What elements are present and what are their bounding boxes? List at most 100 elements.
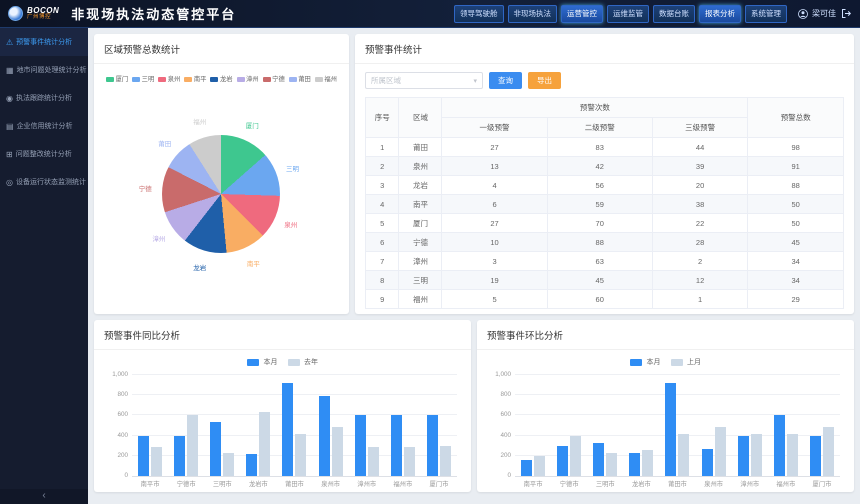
- bar-上月: [642, 450, 653, 476]
- bar-group: [319, 375, 343, 476]
- table-cell: 27: [442, 138, 547, 157]
- legend-chip: [671, 359, 683, 366]
- top-row: 区域预警总数统计 厦门三明泉州南平龙岩漳州宁德莆田福州 厦门三明泉州南平龙岩漳州…: [94, 34, 854, 314]
- table-cell: 56: [547, 176, 652, 195]
- table-cell: 44: [652, 138, 748, 157]
- table-cell: 13: [442, 157, 547, 176]
- bar-本月: [246, 454, 257, 476]
- sidebar-item[interactable]: ⚠预警事件统计分析: [0, 28, 88, 56]
- nav-item[interactable]: 数据台账: [653, 5, 695, 23]
- y-tick-label: 800: [483, 391, 511, 398]
- user-box[interactable]: 梁可佳: [798, 8, 836, 19]
- legend-label: 宁德: [272, 76, 285, 83]
- table-cell: 4: [442, 176, 547, 195]
- table-cell: 38: [652, 195, 748, 214]
- legend-label: 福州: [324, 76, 337, 83]
- nav-item[interactable]: 运营管控: [561, 5, 603, 23]
- bar-group: [355, 375, 379, 476]
- legend-label: 莆田: [298, 76, 311, 83]
- pie-slice-label: 宁德: [139, 183, 152, 193]
- legend-item: 宁德: [263, 74, 285, 83]
- chevron-down-icon: ▾: [473, 77, 477, 85]
- table-cell: 漳州: [399, 252, 442, 271]
- legend-item: 漳州: [237, 74, 259, 83]
- table-row: 7漳州363234: [366, 252, 844, 271]
- sidebar-item[interactable]: ◎设备运行状态监测统计: [0, 168, 88, 196]
- sidebar-item[interactable]: ◉执法跟踪统计分析: [0, 84, 88, 112]
- export-button[interactable]: 导出: [528, 72, 561, 89]
- bar-去年: [368, 447, 379, 476]
- bar-本月: [319, 396, 330, 476]
- yoy-chart-card: 预警事件同比分析 本月去年 02004006008001,000 南平市宁德市三…: [94, 320, 471, 492]
- legend-chip: [210, 77, 218, 82]
- bar-group: [282, 375, 306, 476]
- table-cell: 2: [652, 252, 748, 271]
- legend-item: 上月: [671, 357, 702, 367]
- sidebar-item[interactable]: ▦地市问题处理统计分析: [0, 56, 88, 84]
- bar-groups: [132, 375, 457, 476]
- legend-chip: [184, 77, 192, 82]
- bar-本月: [355, 415, 366, 476]
- bar-上月: [570, 436, 581, 476]
- legend-chip: [630, 359, 642, 366]
- x-tick-label: 三明市: [596, 479, 615, 490]
- nav-item[interactable]: 系统管理: [745, 5, 787, 23]
- bar-本月: [521, 460, 532, 476]
- table-cell: 91: [748, 157, 844, 176]
- topbar-nav: 领导驾驶舱非现场执法运营管控运维监管数据台账报表分析系统管理: [454, 5, 787, 23]
- x-tick-label: 泉州市: [321, 479, 340, 490]
- bar-group: [138, 375, 162, 476]
- sidebar-collapse-button[interactable]: ‹: [0, 489, 88, 504]
- col-header-region: 区域: [399, 98, 442, 138]
- legend-item: 三明: [132, 74, 154, 83]
- bar-上月: [751, 434, 762, 476]
- nav-item[interactable]: 运维监管: [607, 5, 649, 23]
- bar-本月: [702, 449, 713, 476]
- pie-legend: 厦门三明泉州南平龙岩漳州宁德莆田福州: [94, 64, 349, 83]
- region-select-placeholder: 所属区域: [371, 75, 401, 86]
- bar-本月: [665, 383, 676, 476]
- table-cell: 45: [748, 233, 844, 252]
- nav-item[interactable]: 非现场执法: [508, 5, 558, 23]
- search-button[interactable]: 查询: [489, 72, 522, 89]
- warning-table-head: 序号 区域 预警次数 预警总数 一级预警 二级预警 三级预警: [366, 98, 844, 138]
- table-row: 3龙岩4562088: [366, 176, 844, 195]
- app-root: BOCON 广州博控 非现场执法动态管控平台 领导驾驶舱非现场执法运营管控运维监…: [0, 0, 860, 504]
- sidebar-item[interactable]: ▤企业信用统计分析: [0, 112, 88, 140]
- legend-label: 漳州: [246, 76, 259, 83]
- logout-icon[interactable]: [841, 8, 852, 19]
- mom-plot: 02004006008001,000: [515, 375, 840, 477]
- enterprise-icon: ▤: [6, 122, 14, 131]
- card-title-mom: 预警事件环比分析: [477, 320, 854, 350]
- col-header-times: 预警次数: [442, 98, 748, 118]
- table-cell: 20: [652, 176, 748, 195]
- sidebar-item-label: 问题整改统计分析: [16, 149, 72, 159]
- table-row: 1莆田27834498: [366, 138, 844, 157]
- bar-group: [427, 375, 451, 476]
- table-cell: 6: [442, 195, 547, 214]
- table-row: 9福州560129: [366, 290, 844, 309]
- bar-本月: [427, 415, 438, 476]
- y-tick-label: 600: [100, 411, 128, 418]
- col-header-index: 序号: [366, 98, 399, 138]
- user-name: 梁可佳: [812, 8, 836, 19]
- nav-item[interactable]: 领导驾驶舱: [454, 5, 504, 23]
- table-cell: 50: [748, 214, 844, 233]
- bar-本月: [210, 422, 221, 476]
- bar-上月: [606, 453, 617, 476]
- table-cell: 63: [547, 252, 652, 271]
- card-title-region-total: 区域预警总数统计: [94, 34, 349, 64]
- sidebar-item[interactable]: ⊞问题整改统计分析: [0, 140, 88, 168]
- legend-item: 去年: [288, 357, 319, 367]
- device-monitor-icon: ◎: [6, 178, 13, 187]
- bar-本月: [738, 436, 749, 476]
- body-row: ⚠预警事件统计分析▦地市问题处理统计分析◉执法跟踪统计分析▤企业信用统计分析⊞问…: [0, 28, 860, 504]
- x-tick-label: 泉州市: [704, 479, 723, 490]
- bar-group: [629, 375, 653, 476]
- mom-x-labels: 南平市宁德市三明市龙岩市莆田市泉州市漳州市福州市厦门市: [515, 479, 840, 490]
- bar-本月: [810, 436, 821, 476]
- bar-group: [665, 375, 689, 476]
- nav-item[interactable]: 报表分析: [699, 5, 741, 23]
- region-select[interactable]: 所属区域 ▾: [365, 72, 483, 89]
- page-title: 非现场执法动态管控平台: [71, 4, 236, 23]
